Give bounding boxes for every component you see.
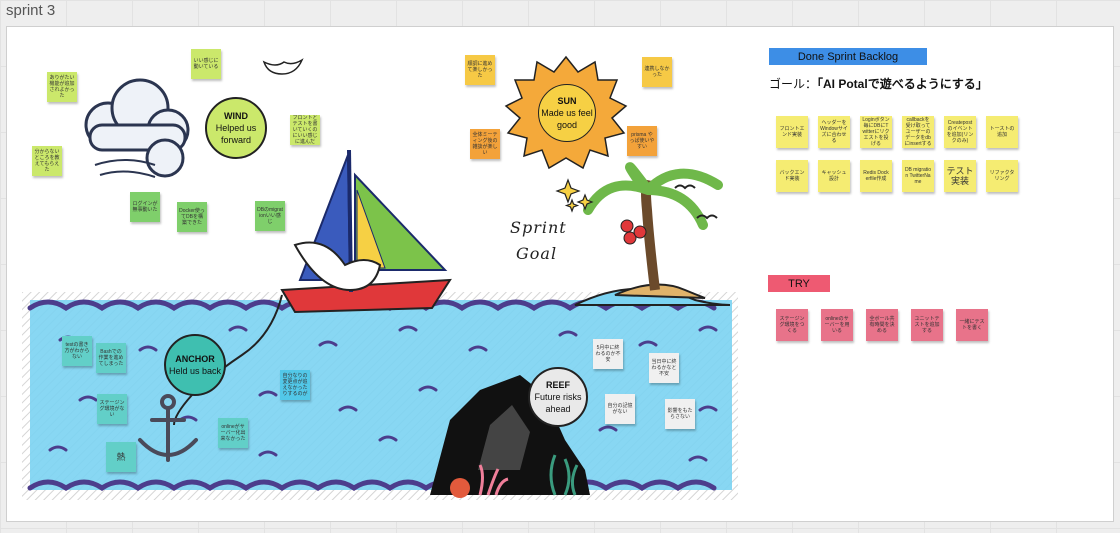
- reef-title: REEF: [545, 380, 570, 390]
- reef-note[interactable]: 自分の記憶がない: [605, 394, 635, 424]
- sun-note[interactable]: prisma やっぱ使いやすい: [627, 126, 657, 156]
- anchor-title: ANCHOR: [175, 354, 215, 364]
- try-note[interactable]: 全ボール共有時間を決める: [866, 309, 898, 341]
- wind-note[interactable]: ありがたい機能が追加されよかった: [47, 72, 77, 102]
- sun-circle[interactable]: SUN Made us feel good: [538, 84, 596, 142]
- try-note[interactable]: 一緒にテストを書く: [956, 309, 988, 341]
- backlog-note[interactable]: キャッシュ設計: [818, 160, 850, 192]
- goal-statement: 「AI Potalで遊べるようにする」: [817, 77, 988, 91]
- reef-note[interactable]: 当日中に終わるかなと不安: [649, 353, 679, 383]
- backlog-note[interactable]: callbackを受け取ってユーザーのデータをdbにinsertする: [902, 116, 934, 148]
- anchor-note[interactable]: Bashでの作業を進めてしまった: [96, 343, 126, 373]
- wind-gust: [94, 159, 156, 178]
- wind-title: WIND: [224, 111, 248, 121]
- try-note[interactable]: onlineのサーバーを用いる: [821, 309, 853, 341]
- backlog-note[interactable]: フロントエンド実装: [776, 116, 808, 148]
- wind-note[interactable]: DBのmigrationいい感じ: [255, 201, 285, 231]
- sprint-goal-line2: Goal: [516, 244, 558, 263]
- backlog-note[interactable]: Redis Dockerfile作成: [860, 160, 892, 192]
- reef-body: Future risks ahead: [534, 392, 582, 414]
- sun-note[interactable]: 全体ミーティング後の雑談が楽しい: [470, 129, 500, 159]
- reef-circle[interactable]: REEF Future risks ahead: [528, 367, 588, 427]
- anchor-circle[interactable]: ANCHOR Held us back: [164, 334, 226, 396]
- backlog-note[interactable]: テスト実装: [944, 160, 976, 192]
- reef-note[interactable]: 5月中に終わるのか不安: [593, 339, 623, 369]
- sun-body: Made us feel good: [541, 108, 593, 130]
- backlog-note[interactable]: DB migration TwitterName: [902, 160, 934, 192]
- try-note[interactable]: ユニットテストを追加する: [911, 309, 943, 341]
- try-tag[interactable]: TRY: [768, 275, 830, 292]
- anchor-note[interactable]: testの書き方がわからない: [62, 336, 92, 366]
- palm-island: [574, 162, 731, 306]
- backlog-note[interactable]: リファクタリング: [986, 160, 1018, 192]
- anchor-note[interactable]: onlineがサーバー化出来なかった: [218, 418, 248, 448]
- backlog-tag[interactable]: Done Sprint Backlog: [769, 48, 927, 65]
- seagull-sky: [262, 58, 304, 75]
- wind-note[interactable]: いい感じに動いている: [191, 49, 221, 79]
- backlog-note[interactable]: Loginボタン毎にDBにTwitterにリクエストを投げる: [860, 116, 892, 148]
- wind-note[interactable]: フロントとテストを書いていくのにいい感じに進んだ: [290, 115, 320, 145]
- sun-note[interactable]: 順調に進めて楽しかった: [465, 55, 495, 85]
- wind-body: Helped us forward: [215, 123, 257, 145]
- backlog-note[interactable]: ヘッダーをWindowサイズに合わせる: [818, 116, 850, 148]
- wind-note[interactable]: 分からないところを教えてもらえた: [32, 146, 62, 176]
- wind-circle[interactable]: WIND Helped us forward: [205, 97, 267, 159]
- anchor-note[interactable]: 熱: [106, 442, 136, 472]
- backlog-note[interactable]: トーストの追加: [986, 116, 1018, 148]
- sprint-goal-text: ゴール：「AI Potalで遊べるようにする」: [769, 75, 988, 92]
- try-note[interactable]: ステージング環境をつくる: [776, 309, 808, 341]
- wind-note[interactable]: ログインが無事動いた: [130, 192, 160, 222]
- sailboat: [280, 149, 452, 314]
- anchor-note[interactable]: ステージング環境がない: [97, 394, 127, 424]
- sun-title: SUN: [557, 96, 577, 106]
- sprint-goal-line1: Sprint: [510, 218, 567, 237]
- reef-note[interactable]: 影響をもたらさない: [665, 399, 695, 429]
- wind-note[interactable]: Docker使ってDBを構築できた: [177, 202, 207, 232]
- goal-prefix: ゴール：: [769, 77, 818, 91]
- crab: [450, 478, 470, 498]
- backlog-note[interactable]: Createpostのイベントを追加(リンクのみ): [944, 116, 976, 148]
- anchor-note[interactable]: 自分なりの変更点が追えなかったりするのが: [280, 370, 310, 400]
- anchor-body: Held us back: [168, 366, 222, 376]
- backlog-note[interactable]: バックエンド実装: [776, 160, 808, 192]
- sun-note[interactable]: 連携しなかった: [642, 57, 672, 87]
